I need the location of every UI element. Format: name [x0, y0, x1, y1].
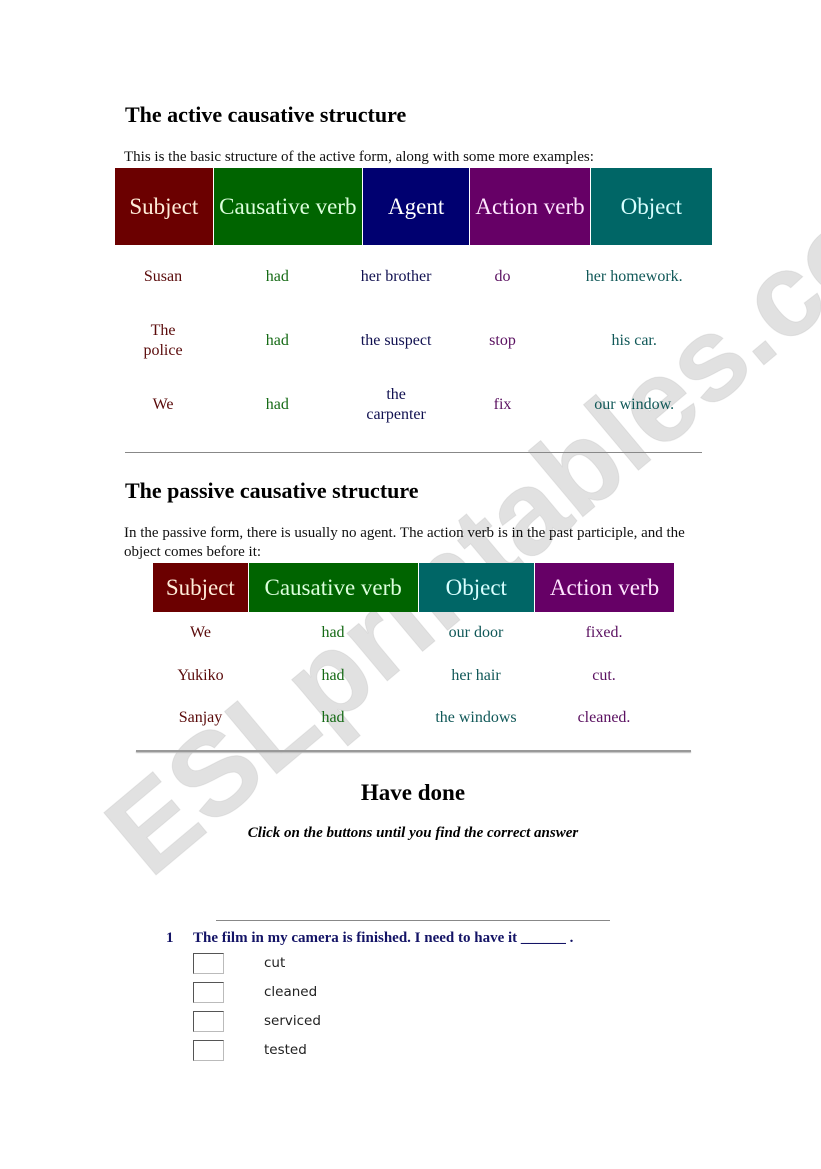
active-header-object: Object	[590, 168, 712, 245]
passive-header-object: Object	[418, 563, 535, 612]
cell-causative-verb: had	[321, 666, 345, 684]
active-examples-table: Susan had her brother do her homework. T…	[115, 245, 712, 437]
cell-object: our window.	[594, 396, 675, 413]
cell-subject: The police	[143, 322, 183, 359]
cell-object: our door	[448, 624, 504, 641]
table-row: The police had the suspect stop his car.	[115, 309, 712, 373]
active-header-action-verb: Action verb	[469, 168, 591, 245]
active-section-title: The active causative structure	[125, 102, 407, 127]
active-header-subject: Subject	[115, 168, 214, 245]
cell-causative-verb: had	[321, 709, 345, 726]
cell-agent: her brother	[360, 268, 432, 285]
table-row: We had the carpenter fix our window.	[115, 373, 712, 437]
answer-label-cleaned: cleaned	[264, 984, 318, 1000]
cell-causative-verb: had	[265, 332, 289, 349]
table-row: Susan had her brother do her homework.	[115, 245, 712, 309]
passive-structure-table: Subject Causative verb Object Action ver…	[153, 563, 674, 612]
question-number: 1	[166, 930, 174, 946]
cell-agent: the carpenter	[366, 386, 426, 423]
cell-subject: We	[152, 396, 174, 413]
cell-subject: Susan	[143, 268, 183, 285]
question-text: The film in my camera is finished. I nee…	[193, 930, 574, 946]
passive-header-action-verb: Action verb	[534, 563, 674, 612]
answer-button-tested[interactable]	[193, 1040, 224, 1061]
answer-label-serviced: serviced	[264, 1013, 321, 1029]
passive-header-subject: Subject	[153, 563, 249, 612]
cell-causative-verb: had	[265, 396, 289, 413]
passive-section-title: The passive causative structure	[125, 478, 419, 503]
answer-button-cut[interactable]	[193, 953, 224, 974]
cell-action-verb: cut.	[592, 666, 616, 684]
cell-subject: We	[190, 624, 211, 641]
answer-button-serviced[interactable]	[193, 1011, 224, 1032]
cell-causative-verb: had	[321, 624, 345, 641]
active-section-intro: This is the basic structure of the activ…	[124, 149, 594, 165]
section-divider-thick	[136, 750, 691, 752]
passive-header-causative-verb: Causative verb	[248, 563, 419, 612]
cell-subject: Sanjay	[178, 709, 223, 726]
passive-examples-table: We had our door fixed. Yukiko had her ha…	[153, 612, 674, 739]
active-header-row: Subject Causative verb Agent Action verb…	[115, 168, 712, 245]
passive-header-row: Subject Causative verb Object Action ver…	[153, 563, 674, 612]
active-header-agent: Agent	[362, 168, 471, 245]
section-divider	[125, 452, 702, 453]
quiz-instruction: Click on the buttons until you find the …	[247, 825, 579, 841]
cell-subject: Yukiko	[177, 666, 224, 684]
cell-object: her homework.	[585, 268, 683, 285]
table-row: Yukiko had her hair cut.	[153, 654, 674, 697]
cell-causative-verb: had	[265, 268, 289, 285]
cell-action-verb: fixed.	[585, 624, 623, 641]
cell-object: the windows	[435, 709, 517, 726]
quiz-divider	[216, 920, 610, 921]
active-structure-table: Subject Causative verb Agent Action verb…	[115, 168, 712, 245]
cell-action-verb: fix	[493, 396, 512, 413]
table-row: We had our door fixed.	[153, 612, 674, 654]
quiz-title: Have done	[360, 780, 466, 805]
table-row: Sanjay had the windows cleaned.	[153, 697, 674, 739]
cell-action-verb: do	[494, 268, 511, 285]
cell-action-verb: cleaned.	[577, 709, 631, 726]
cell-object: her hair	[451, 666, 501, 684]
answer-label-tested: tested	[264, 1042, 307, 1058]
active-header-causative-verb: Causative verb	[213, 168, 363, 245]
cell-action-verb: stop	[489, 332, 516, 349]
cell-object: his car.	[611, 332, 657, 349]
answer-button-cleaned[interactable]	[193, 982, 224, 1003]
passive-section-intro: In the passive form, there is usually no…	[124, 525, 685, 560]
answer-label-cut: cut	[264, 955, 286, 971]
cell-agent: the suspect	[360, 332, 432, 349]
